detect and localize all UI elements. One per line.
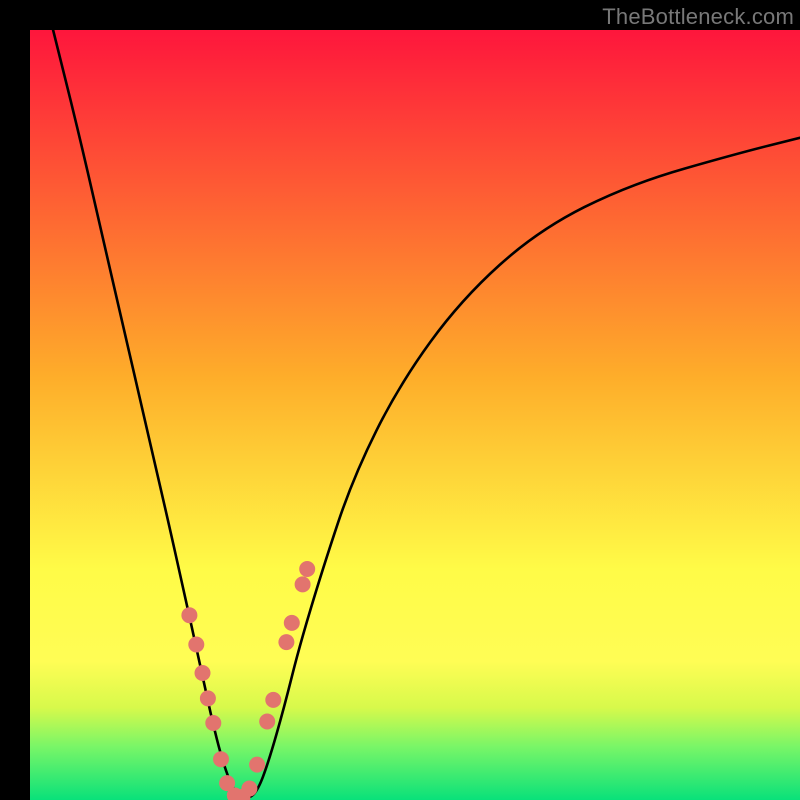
data-point-marker bbox=[213, 751, 229, 767]
data-point-marker bbox=[241, 781, 257, 797]
data-point-marker bbox=[200, 690, 216, 706]
watermark-text: TheBottleneck.com bbox=[602, 4, 794, 30]
bottleneck-curve bbox=[30, 30, 800, 800]
data-point-marker bbox=[205, 715, 221, 731]
data-point-marker bbox=[284, 615, 300, 631]
data-point-marker bbox=[295, 576, 311, 592]
plot-area bbox=[30, 30, 800, 800]
data-point-marker bbox=[299, 561, 315, 577]
data-point-marker bbox=[259, 714, 275, 730]
data-point-marker bbox=[278, 634, 294, 650]
data-point-marker bbox=[195, 665, 211, 681]
data-point-marker bbox=[249, 757, 265, 773]
data-point-marker bbox=[265, 692, 281, 708]
chart-frame: TheBottleneck.com bbox=[0, 0, 800, 800]
data-point-marker bbox=[181, 607, 197, 623]
data-point-marker bbox=[188, 637, 204, 653]
